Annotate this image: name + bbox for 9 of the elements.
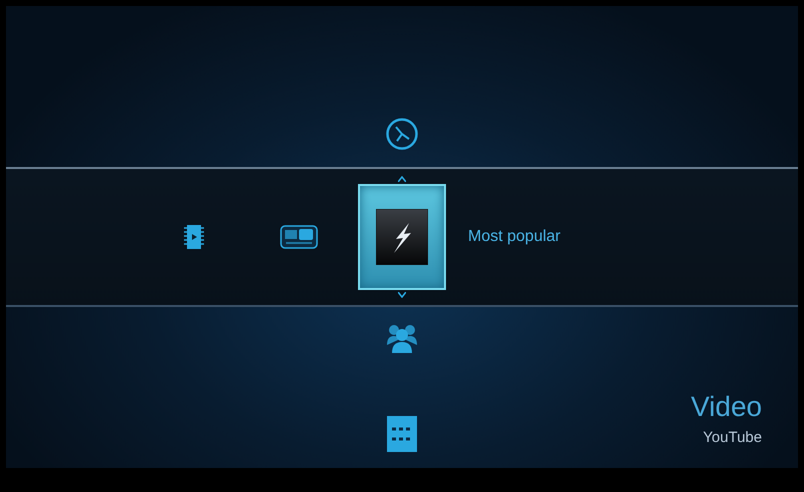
up-caret-icon bbox=[398, 176, 406, 182]
lightning-bolt-icon bbox=[376, 209, 428, 265]
selected-tile[interactable] bbox=[358, 184, 446, 290]
down-caret-icon bbox=[398, 292, 406, 298]
film-icon[interactable] bbox=[184, 224, 204, 250]
clock-icon[interactable] bbox=[385, 117, 419, 151]
item-label: Most popular bbox=[467, 228, 562, 246]
section-subtitle: YouTube bbox=[703, 429, 762, 446]
section-title: Video bbox=[690, 391, 762, 423]
